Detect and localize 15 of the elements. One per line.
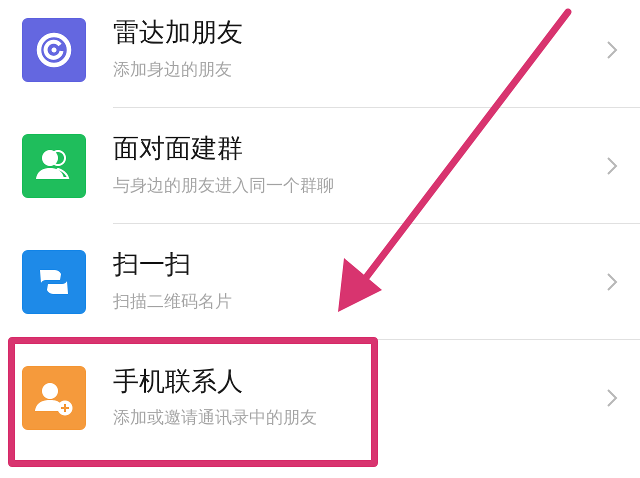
chevron-icon (606, 156, 618, 176)
item-title: 面对面建群 (113, 134, 243, 166)
list-item[interactable]: 雷达加朋友 添加身边的朋友 (0, 0, 640, 108)
item-title: 雷达加朋友 (113, 18, 243, 50)
item-subtitle: 添加身边的朋友 (113, 58, 232, 81)
list-item[interactable]: 面对面建群 与身边的朋友进入同一个群聊 (0, 108, 640, 224)
item-subtitle: 添加或邀请通讯录中的朋友 (113, 407, 317, 430)
list-item[interactable]: 手机联系人 添加或邀请通讯录中的朋友 (0, 340, 640, 456)
item-title: 扫一扫 (113, 250, 191, 282)
chevron-icon (606, 388, 618, 408)
item-title: 手机联系人 (113, 366, 243, 398)
item-subtitle: 与身边的朋友进入同一个群聊 (113, 174, 334, 197)
chevron-icon (606, 40, 618, 60)
chevron-icon (606, 272, 618, 292)
item-subtitle: 扫描二维码名片 (113, 290, 232, 313)
